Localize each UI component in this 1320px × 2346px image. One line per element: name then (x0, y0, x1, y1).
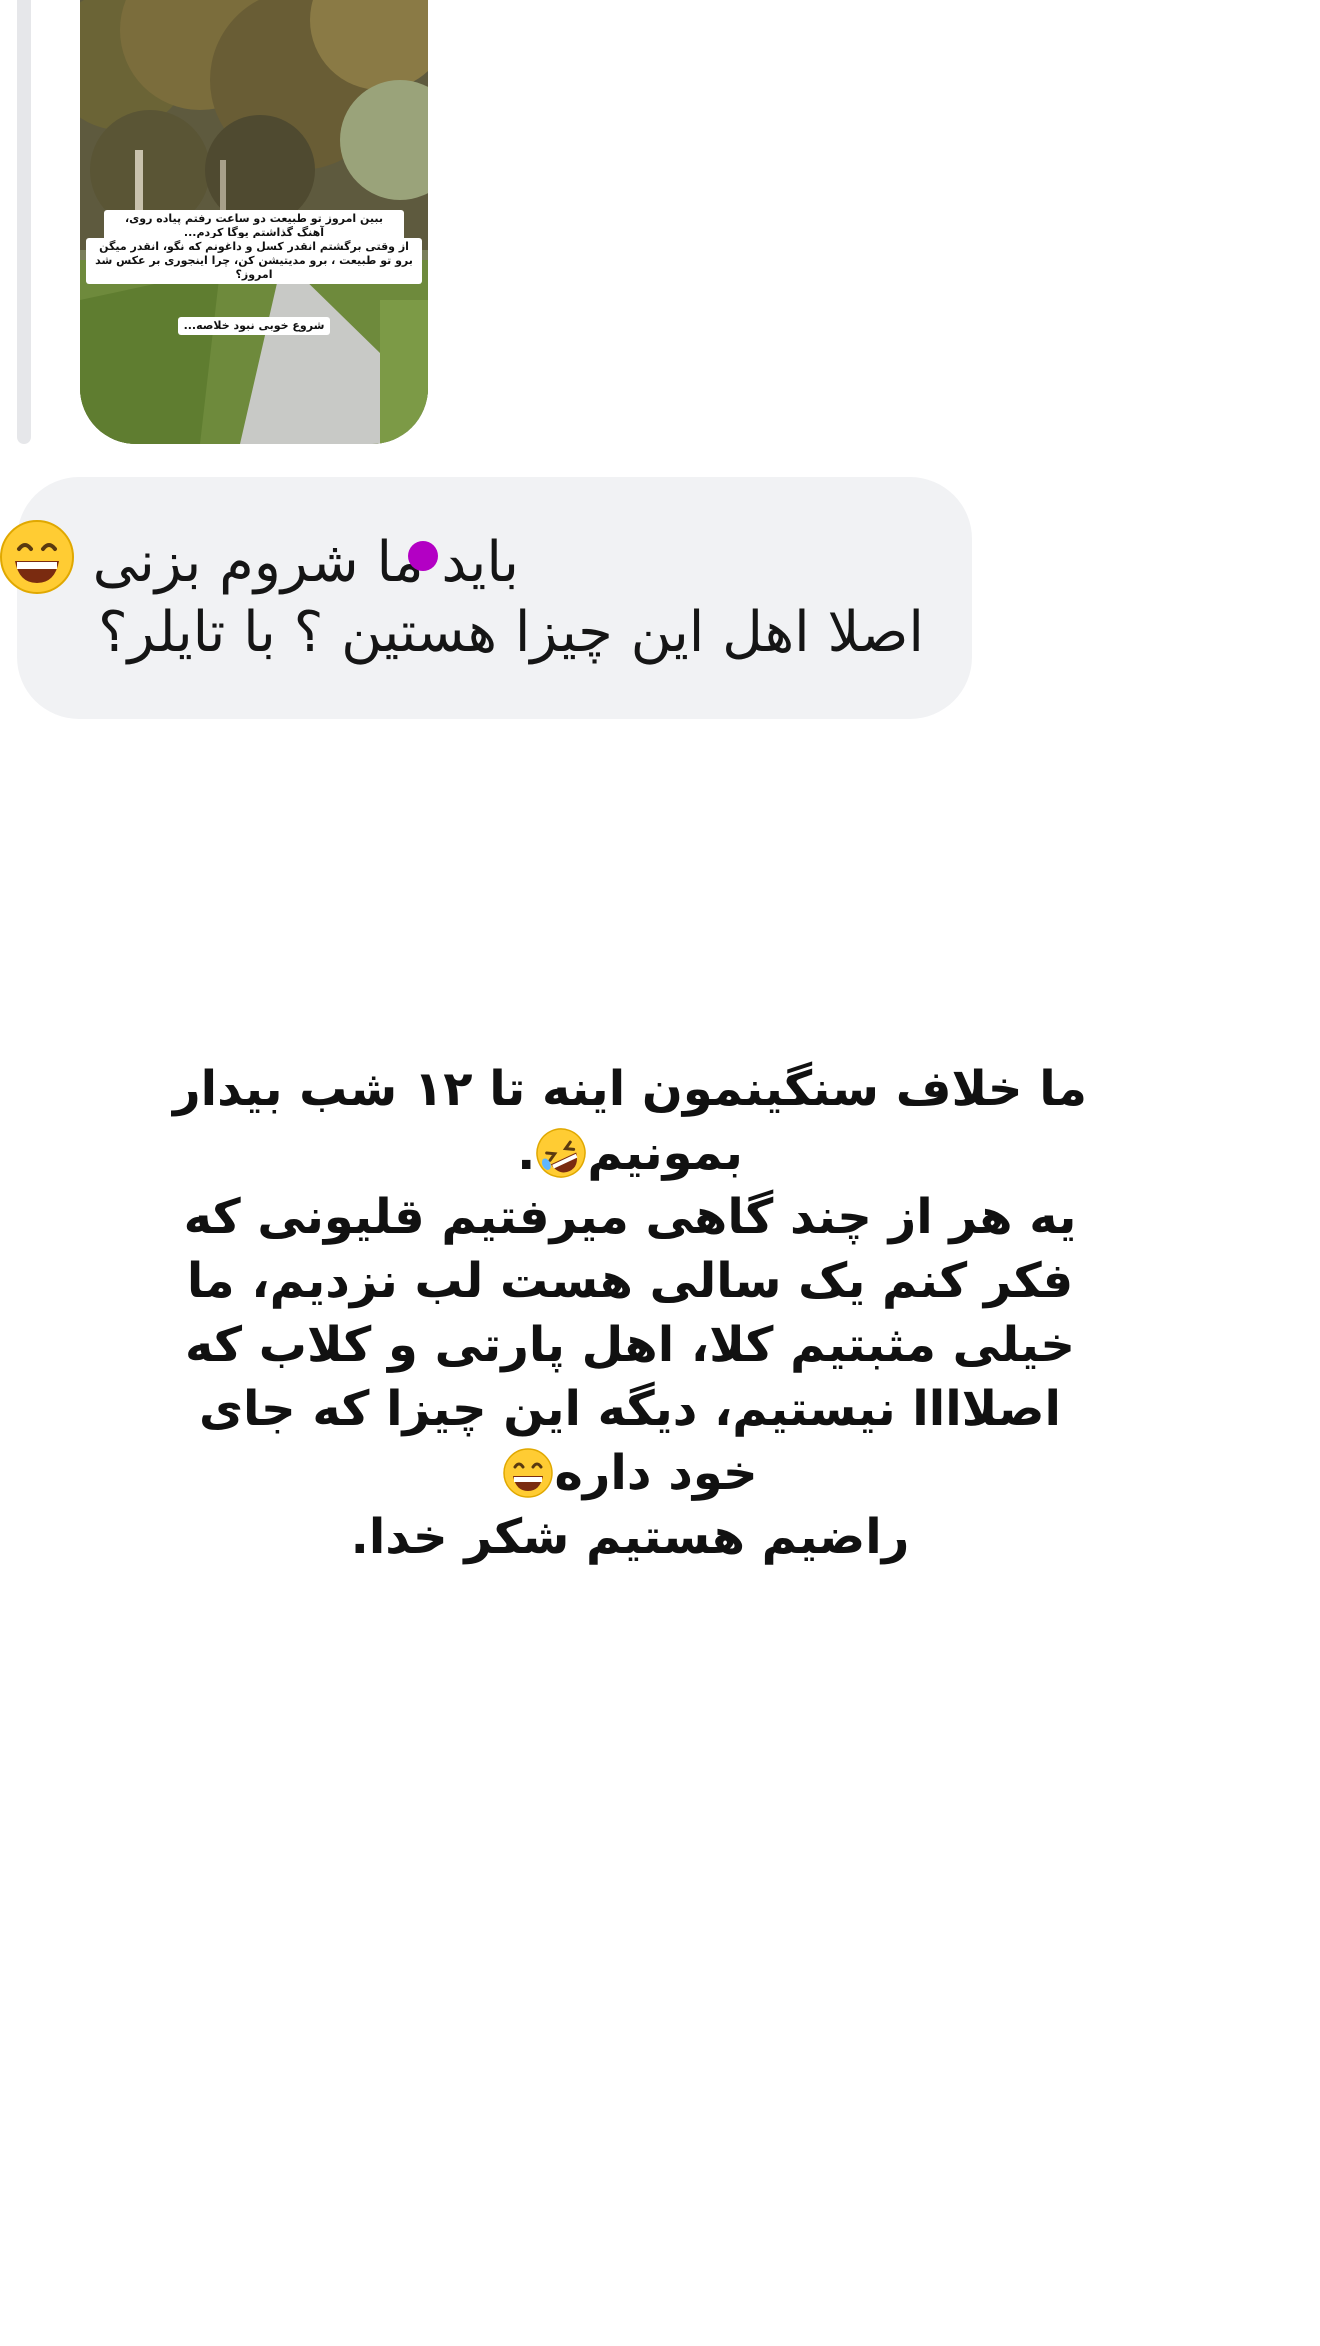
period: . (517, 1125, 536, 1181)
story-paragraph-2: یه هر از چند گاهی میرفتیم قلیونی که فکر … (150, 1185, 1110, 1505)
message-line-1: باید ما شروم بزنی (0, 519, 924, 598)
story-paragraph-1: ما خلاف سنگینمون اینه تا ۱۲ شب بیدار بمو… (150, 1057, 1110, 1185)
message-line-1-text: باید ما شروم بزنی (92, 530, 519, 595)
message-line-2: اصلا اهل این چیزا هستین ؟ با تایلر؟ (97, 600, 924, 665)
rolling-on-floor-laughing-icon (536, 1128, 587, 1178)
grinning-face-icon (0, 520, 74, 594)
story-paragraph-3: راضیم هستیم شکر خدا. (350, 1509, 910, 1565)
story-paragraph-1-text: ما خلاف سنگینمون اینه تا ۱۲ شب بیدار بمو… (173, 1061, 1087, 1181)
story-thumbnail[interactable]: ببین امروز تو طبیعت دو ساعت رفتم پیاده ر… (80, 0, 428, 444)
reply-quote-bar (17, 0, 31, 444)
annotation-dot (408, 541, 438, 571)
story-caption-3: شروع خوبی نبود خلاصه... (80, 314, 428, 335)
story-paragraph-2-text: یه هر از چند گاهی میرفتیم قلیونی که فکر … (183, 1189, 1077, 1501)
story-text-block: ما خلاف سنگینمون اینه تا ۱۲ شب بیدار بمو… (150, 1057, 1110, 1569)
message-bubble[interactable]: باید ما شروم بزنی اصلا اهل این چیزا هستی… (0, 477, 972, 719)
grinning-face-icon (503, 1448, 554, 1498)
story-caption-2: از وقتی برگشتم انقدر کسل و داغونم که نگو… (80, 238, 428, 284)
